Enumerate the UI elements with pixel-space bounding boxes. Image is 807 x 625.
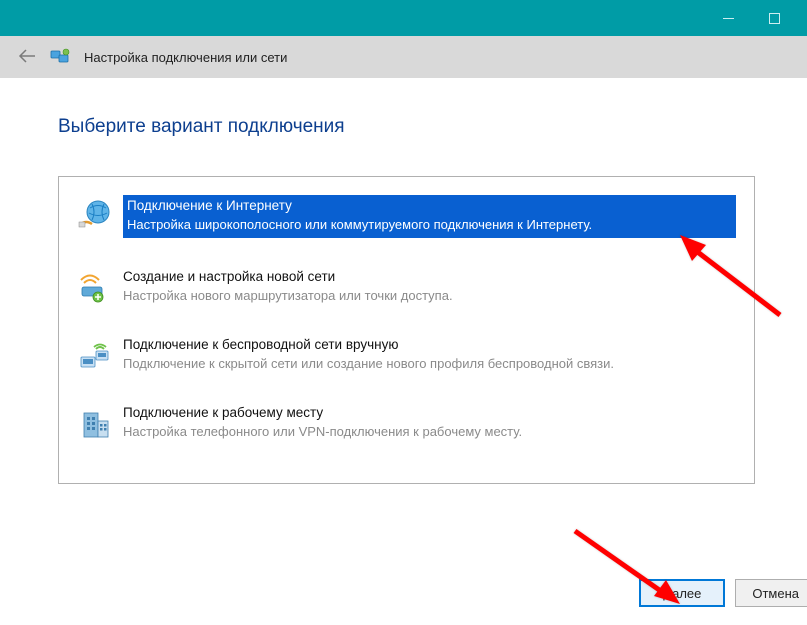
option-new-network[interactable]: Создание и настройка новой сети Настройк… — [73, 264, 740, 314]
option-title: Создание и настройка новой сети — [123, 268, 736, 287]
back-arrow-icon[interactable] — [18, 47, 36, 68]
maximize-button[interactable] — [751, 3, 797, 33]
content-area: Выберите вариант подключения Подключение… — [0, 78, 807, 484]
option-desc: Подключение к скрытой сети или создание … — [123, 355, 736, 373]
option-internet-connection[interactable]: Подключение к Интернету Настройка широко… — [73, 191, 740, 246]
minimize-button[interactable] — [705, 3, 751, 33]
cancel-button[interactable]: Отмена — [735, 579, 807, 607]
option-desc: Настройка широкополосного или коммутируе… — [127, 216, 728, 234]
globe-icon — [77, 197, 113, 233]
option-title: Подключение к беспроводной сети вручную — [123, 336, 736, 355]
footer-buttons: Далее Отмена — [639, 579, 807, 607]
options-list: Подключение к Интернету Настройка широко… — [58, 176, 755, 484]
option-title: Подключение к Интернету — [127, 197, 728, 216]
header-bar: Настройка подключения или сети — [0, 36, 807, 78]
titlebar — [0, 0, 807, 36]
option-wireless-manual[interactable]: Подключение к беспроводной сети вручную … — [73, 332, 740, 382]
option-title: Подключение к рабочему месту — [123, 404, 736, 423]
building-icon — [77, 406, 113, 442]
option-desc: Настройка телефонного или VPN-подключени… — [123, 423, 736, 441]
page-heading: Выберите вариант подключения — [58, 116, 757, 138]
network-wizard-icon — [50, 47, 70, 67]
wireless-icon — [77, 338, 113, 374]
header-title: Настройка подключения или сети — [84, 50, 287, 65]
option-workplace[interactable]: Подключение к рабочему месту Настройка т… — [73, 400, 740, 450]
router-icon — [77, 270, 113, 306]
next-button[interactable]: Далее — [639, 579, 725, 607]
option-desc: Настройка нового маршрутизатора или точк… — [123, 287, 736, 305]
